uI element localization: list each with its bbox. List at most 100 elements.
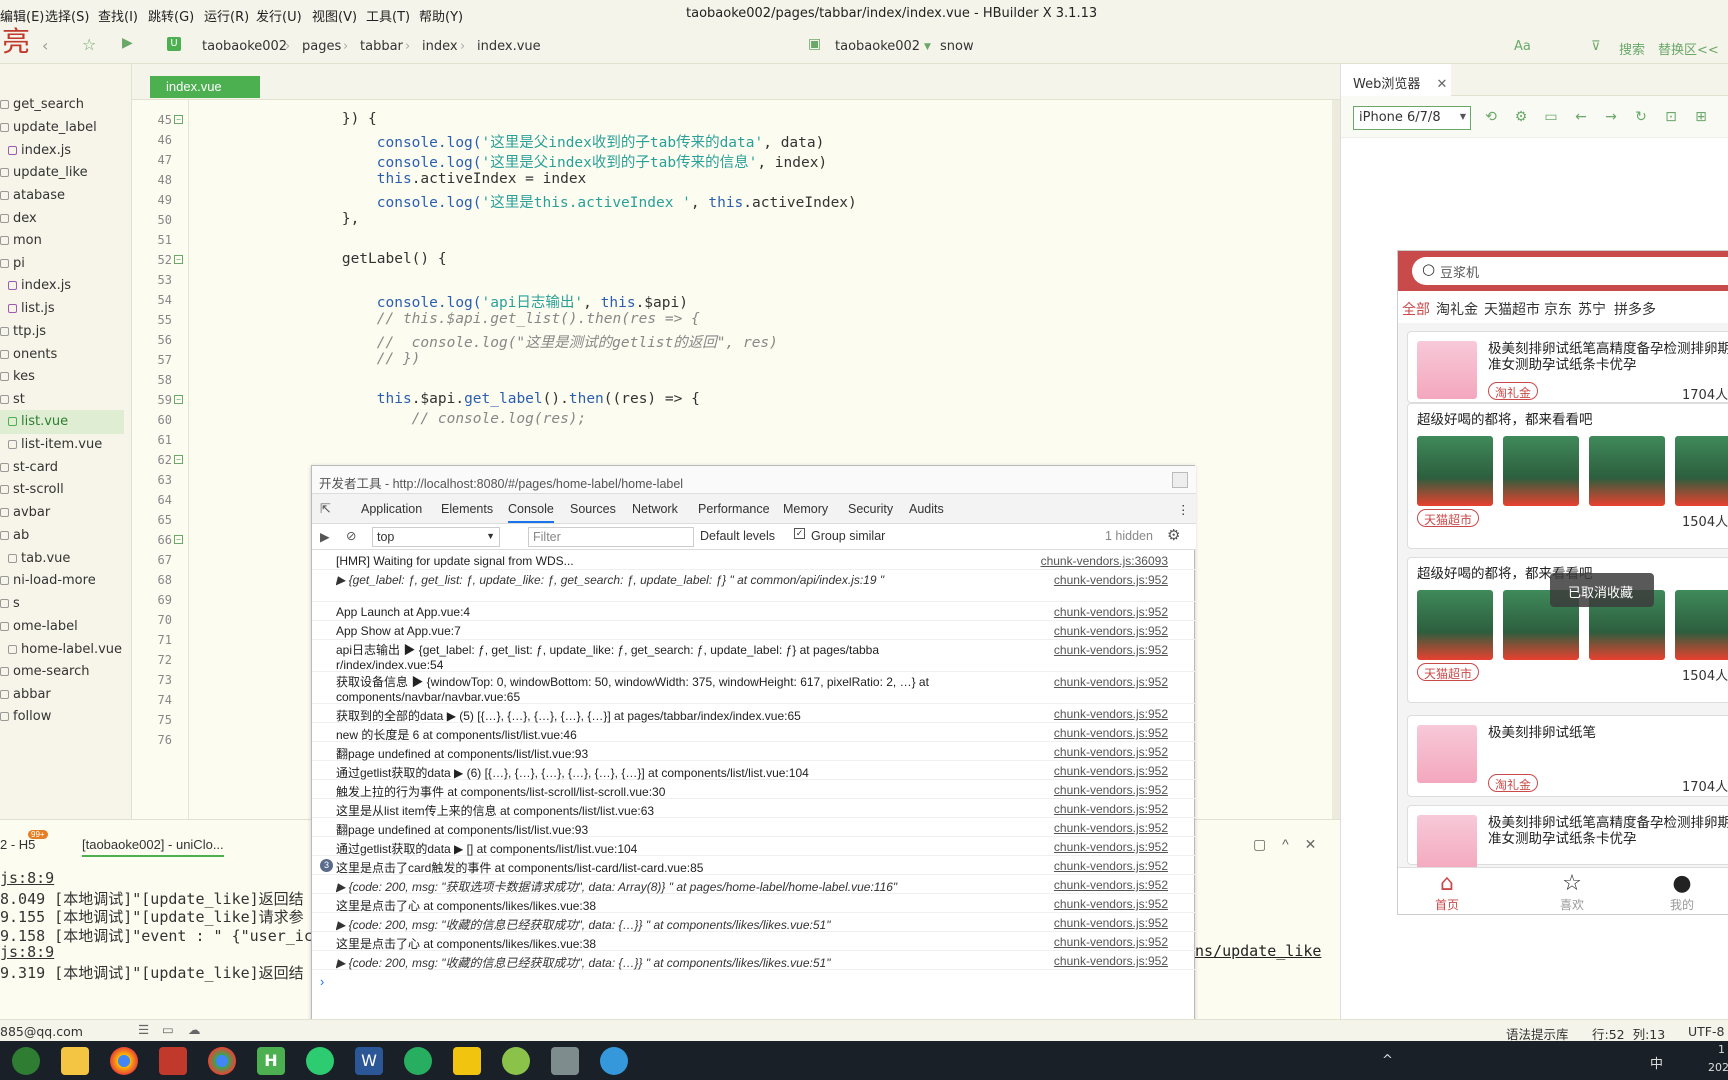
refresh-icon[interactable]: ↻ [1633,109,1649,125]
log-entry[interactable]: 3 这里是点击了card触发的事件 at components/list-card… [312,857,1196,875]
nav-tab[interactable]: ⌂ 首页 [1417,872,1477,913]
log-source-link[interactable]: chunk-vendors.js:952 [1054,764,1168,778]
tree-item[interactable]: tab.vue [0,547,124,571]
breadcrumb-item[interactable]: index [422,39,458,54]
breadcrumb-item[interactable]: tabbar [360,39,403,54]
log-entry[interactable]: 获取设备信息 ▶ {windowTop: 0, windowBottom: 50… [312,673,1196,704]
log-source-link[interactable]: chunk-vendors.js:952 [1054,643,1168,657]
fold-icon[interactable]: − [174,255,183,264]
code-line[interactable]: console.log('这里是父index收到的子tab传来的data', d… [272,131,825,152]
chrome-icon[interactable] [110,1047,138,1075]
code-line[interactable]: // }) [272,351,421,367]
filter-icon[interactable]: ⊽ [1591,39,1601,54]
devtools-tab[interactable]: Security [848,502,893,516]
tree-item[interactable]: s [0,592,124,616]
category-tab[interactable]: 天猫超市 [1484,299,1540,319]
log-source-link[interactable]: chunk-vendors.js:952 [1054,802,1168,816]
log-source-link[interactable]: chunk-vendors.js:952 [1054,954,1168,968]
menu-item[interactable]: 查找(I) [98,6,138,25]
log-entry[interactable]: ▶ {get_label: ƒ, get_list: ƒ, update_lik… [312,571,1196,602]
terminal-icon[interactable]: ▭ [1543,109,1559,125]
log-entry[interactable]: 这里是点击了心 at components/likes/likes.vue:38… [312,895,1196,913]
product-card[interactable]: 超级好喝的都将，都来看看吧 天猫超市 1504人 [1407,403,1728,549]
device-select[interactable]: iPhone 6/7/8 ▼ [1353,106,1471,130]
log-entry[interactable]: App Launch at App.vue:4 chunk-vendors.js:… [312,603,1196,621]
log-source-link[interactable]: chunk-vendors.js:952 [1054,878,1168,892]
category-tab[interactable]: 苏宁 [1578,299,1606,319]
tree-item[interactable]: atabase [0,184,124,208]
grid-icon[interactable]: ⊞ [1693,109,1709,125]
tree-item[interactable]: ome-search [0,660,124,684]
app-icon[interactable] [159,1047,187,1075]
tree-item[interactable]: ome-label [0,615,124,639]
dropdown-icon[interactable]: ▼ [924,42,931,52]
tree-item[interactable]: ni-load-more [0,569,124,593]
log-entry[interactable]: 通过getlist获取的data ▶ (6) [{…}, {…}, {…}, {… [312,762,1196,780]
devtools-tab[interactable]: Application [361,502,422,516]
menu-item[interactable]: 发行(U) [256,6,302,25]
tree-item[interactable]: pi [0,252,124,276]
console-tab-main[interactable]: [taobaoke002] - uniClo... [82,837,224,857]
category-tab[interactable]: 全部 [1402,299,1430,319]
close-icon[interactable]: ✕ [1436,77,1447,92]
feishu-icon[interactable] [600,1047,628,1075]
tree-item[interactable]: follow [0,705,124,729]
tree-item[interactable]: index.js [0,139,124,163]
tree-item[interactable]: list-item.vue [0,433,124,457]
log-source-link[interactable]: chunk-vendors.js:952 [1054,726,1168,740]
console-tab-h5[interactable]: 2 - H5 [0,837,35,852]
search-input[interactable]: ○ 豆浆机 [1412,257,1728,285]
cloud-icon[interactable]: ☁ [188,1022,201,1037]
tree-item[interactable]: mon [0,229,124,253]
tree-item[interactable]: st-card [0,456,124,480]
nav-tab[interactable]: ☆ 喜欢 [1542,872,1602,913]
log-source-link[interactable]: chunk-vendors.js:952 [1054,624,1168,638]
code-line[interactable]: // console.log(res); [272,411,587,427]
tree-item[interactable]: update_label [0,116,124,140]
clear-icon[interactable]: ▢ [1253,836,1266,852]
log-source-link[interactable]: chunk-vendors.js:952 [1054,935,1168,949]
log-entry[interactable]: 这里是点击了心 at components/likes/likes.vue:38… [312,933,1196,951]
devtools-tab[interactable]: Elements [441,502,493,516]
ime-indicator[interactable]: 中 [1650,1053,1663,1072]
tree-item[interactable]: st-scroll [0,478,124,502]
log-source-link[interactable]: chunk-vendors.js:952 [1054,783,1168,797]
tree-item[interactable]: list.js [0,297,124,321]
devtools-tab[interactable]: Network [632,502,678,516]
notes-icon[interactable] [453,1047,481,1075]
terminal-icon[interactable]: ▭ [162,1022,174,1037]
log-source-link[interactable]: chunk-vendors.js:952 [1054,707,1168,721]
log-source-link[interactable]: chunk-vendors.js:952 [1054,897,1168,911]
tree-item[interactable]: update_like [0,161,124,185]
context-select[interactable]: top ▼ [372,527,500,547]
log-source-link[interactable]: chunk-vendors.js:952 [1054,675,1168,689]
chrome-icon[interactable] [208,1047,236,1075]
log-source-link[interactable]: chunk-vendors.js:36093 [1041,554,1168,568]
filter-input[interactable]: Filter [528,527,694,547]
devtools-tab[interactable]: Sources [570,502,616,516]
devtools-tab[interactable]: Audits [909,502,944,516]
clock-date[interactable]: 202 [1708,1061,1728,1074]
close-icon[interactable]: ✕ [1305,836,1317,852]
encoding[interactable]: UTF-8 [1688,1024,1724,1039]
log-entry[interactable]: 获取到的全部的data ▶ (5) [{…}, {…}, {…}, {…}, {… [312,705,1196,723]
product-card[interactable]: 极美刻排卵试纸笔 淘礼金 1704人 [1407,715,1728,797]
console-link[interactable]: ns/update_like [1195,942,1321,960]
log-source-link[interactable]: chunk-vendors.js:952 [1054,821,1168,835]
product-card[interactable]: 极美刻排卵试纸笔高精度备孕检测排卵期准女测助孕试纸条卡优孕 淘礼金 1704人 [1407,331,1728,403]
devtools-tab[interactable]: Performance [698,502,770,516]
devtools-tab[interactable]: Memory [783,502,828,516]
tree-item[interactable]: avbar [0,501,124,525]
log-source-link[interactable]: chunk-vendors.js:952 [1054,859,1168,873]
app-icon[interactable] [551,1047,579,1075]
close-button[interactable] [1172,472,1188,488]
code-line[interactable]: // console.log("这里是测试的getlist的返回", res) [272,331,778,352]
gear-icon[interactable]: ⚙ [1167,526,1180,544]
editor-tab[interactable]: index.vue [150,76,260,98]
log-source-link[interactable]: chunk-vendors.js:952 [1054,745,1168,759]
breadcrumb-item[interactable]: pages [302,39,341,54]
tree-item[interactable]: get_search [0,93,124,117]
arrow-right-icon[interactable]: → [1603,109,1619,125]
log-entry[interactable]: 翻page undefined at components/list/list.… [312,743,1196,761]
category-tab[interactable]: 拼多多 [1614,299,1656,319]
